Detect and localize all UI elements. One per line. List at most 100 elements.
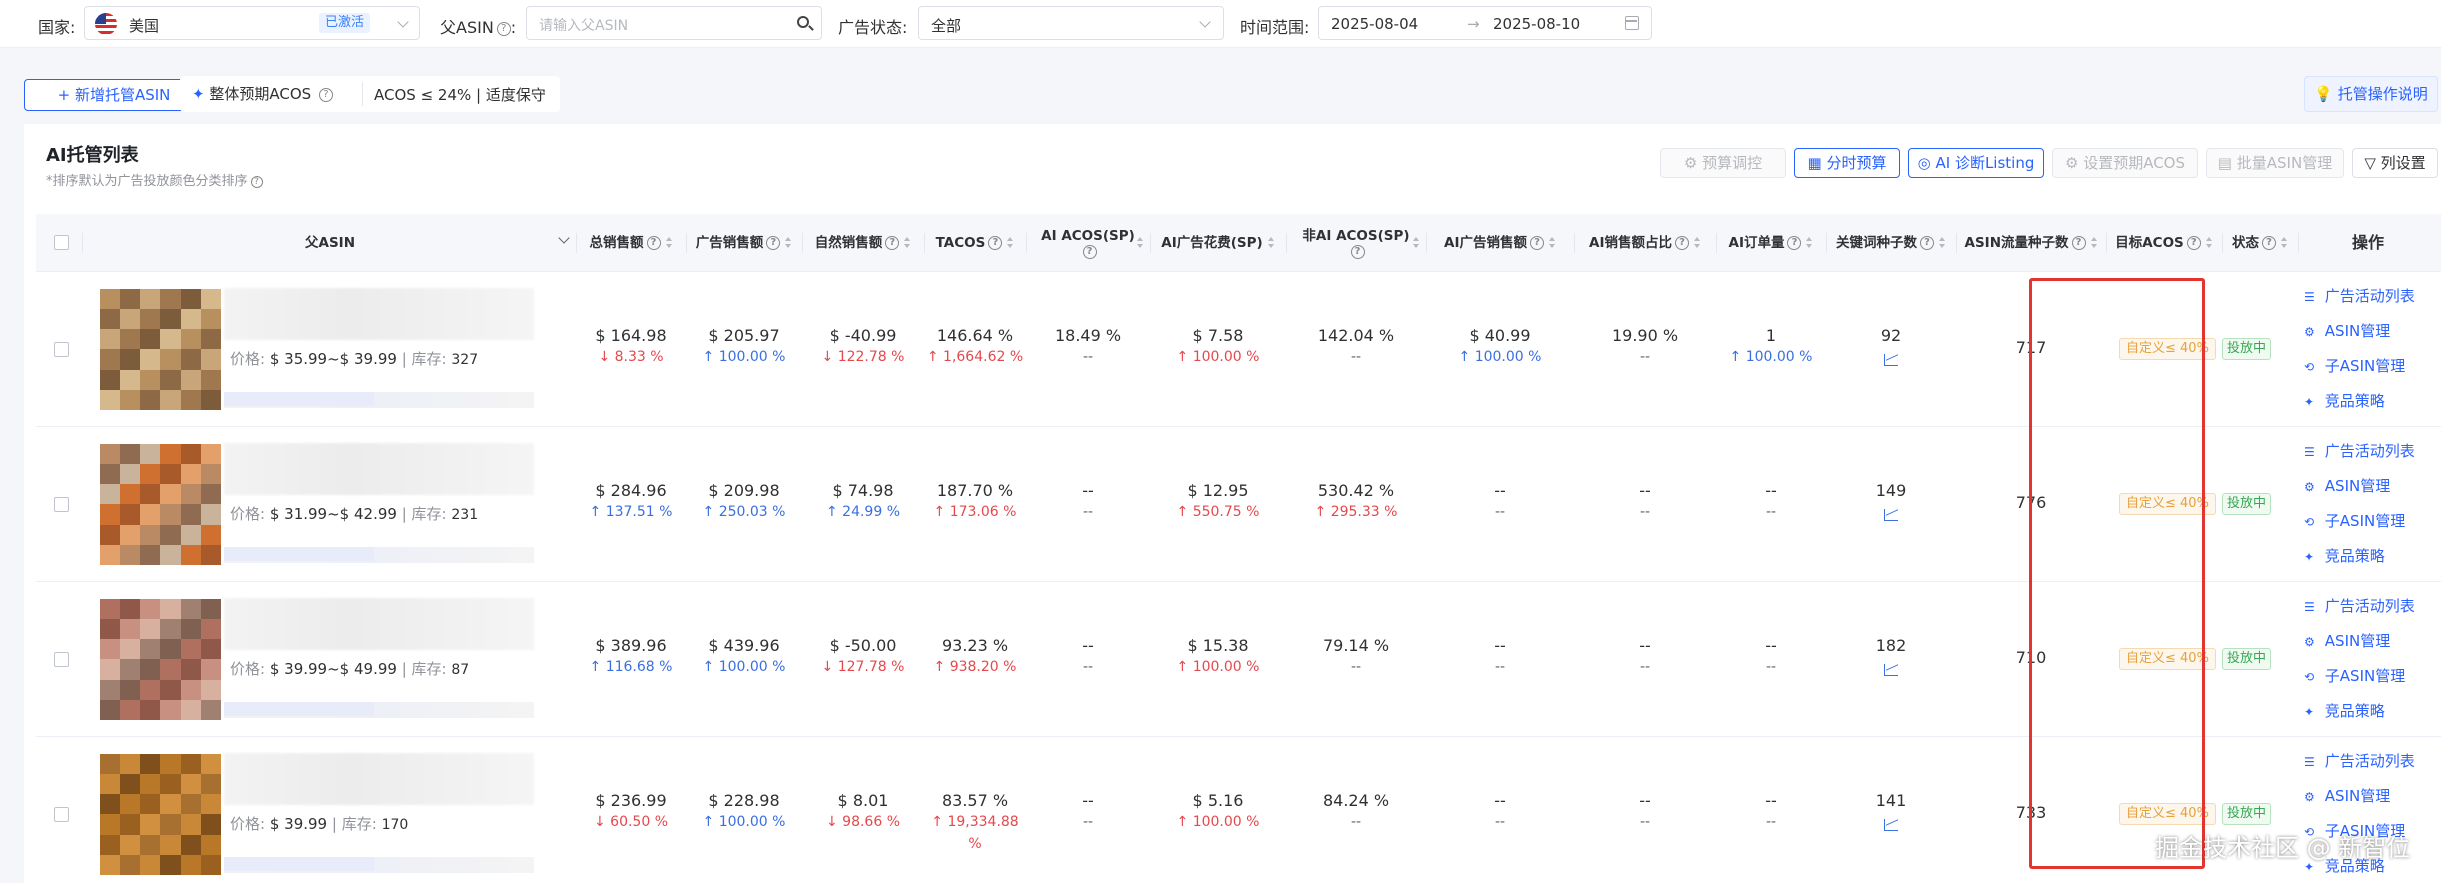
budget-adjust-button[interactable]: ⚙ 预算调控: [1660, 148, 1786, 178]
ai-listing-button[interactable]: ◎ AI 诊断Listing: [1908, 148, 2044, 178]
sort-icon[interactable]: [1137, 237, 1144, 249]
watermark: 掘金技术社区 @ 新智位: [2155, 834, 2411, 862]
asin-manage-link[interactable]: ⚙ ASIN管理: [2304, 631, 2441, 666]
col-total-sales[interactable]: 总销售额?: [576, 214, 686, 272]
product-thumbnail[interactable]: [100, 289, 221, 410]
help-icon[interactable]: ?: [496, 21, 511, 36]
sort-icon[interactable]: [1693, 237, 1701, 249]
col-target-acos[interactable]: 目标ACOS?: [2106, 214, 2222, 272]
sort-icon[interactable]: [1267, 237, 1275, 249]
asin-link-blurred[interactable]: [224, 702, 374, 716]
cell-ai-share: -- --: [1639, 481, 1651, 520]
list-icon: ☰: [2304, 755, 2315, 769]
help-icon[interactable]: ?: [2262, 236, 2276, 250]
sort-icon[interactable]: [2090, 237, 2098, 249]
row-checkbox[interactable]: [54, 342, 69, 357]
help-icon[interactable]: ?: [885, 236, 900, 250]
set-acos-button[interactable]: ⚙ 设置预期ACOS: [2052, 148, 2198, 178]
trend-chart-icon[interactable]: [1884, 509, 1898, 521]
col-ai-ad-spend-sp[interactable]: AI广告花费(SP): [1150, 214, 1286, 272]
list-icon: ☰: [2304, 600, 2315, 614]
col-ai-orders[interactable]: AI订单量?: [1716, 214, 1826, 272]
row-checkbox[interactable]: [54, 807, 69, 822]
trend-chart-icon[interactable]: [1884, 354, 1898, 366]
sort-icon[interactable]: [2281, 237, 2288, 249]
help-icon[interactable]: ?: [2071, 236, 2086, 250]
trend-chart-icon[interactable]: [1884, 819, 1898, 831]
sort-icon[interactable]: [1939, 237, 1946, 249]
asin-link-blurred[interactable]: [224, 392, 374, 406]
sort-icon[interactable]: [1007, 237, 1014, 249]
col-ai-acos-sp[interactable]: AI ACOS(SP)?: [1026, 214, 1150, 272]
help-icon[interactable]: ?: [1787, 236, 1802, 250]
competitor-strategy-link[interactable]: ✦ 竞品策略: [2304, 701, 2441, 736]
product-thumbnail[interactable]: [100, 444, 221, 565]
campaign-list-link[interactable]: ☰ 广告活动列表: [2304, 596, 2441, 631]
help-icon[interactable]: ?: [988, 236, 1003, 250]
col-parent-asin[interactable]: 父ASIN: [86, 214, 574, 272]
overall-acos-pill[interactable]: ✦ 整体预期ACOS ? ACOS ≤ 24% | 适度保守: [180, 76, 560, 112]
help-icon[interactable]: ?: [766, 236, 781, 250]
col-asin-traffic-seeds[interactable]: ASIN流量种子数?: [1956, 214, 2106, 272]
help-icon[interactable]: ?: [646, 236, 661, 250]
sort-icon[interactable]: [785, 237, 792, 249]
help-icon[interactable]: ?: [1082, 245, 1097, 259]
sort-icon[interactable]: [2205, 237, 2213, 249]
product-thumbnail[interactable]: [100, 599, 221, 720]
help-icon[interactable]: ?: [318, 87, 333, 102]
date-start[interactable]: 2025-08-04: [1331, 15, 1418, 33]
search-icon[interactable]: [797, 16, 809, 28]
asin-manage-link[interactable]: ⚙ ASIN管理: [2304, 476, 2441, 511]
batch-asin-button[interactable]: ▤ 批量ASIN管理: [2206, 148, 2344, 178]
help-icon[interactable]: ?: [250, 175, 263, 188]
child-asin-manage-link[interactable]: ⟲ 子ASIN管理: [2304, 356, 2441, 391]
help-icon[interactable]: ?: [1529, 236, 1544, 250]
managed-ops-help-button[interactable]: 💡 托管操作说明: [2304, 76, 2438, 112]
help-icon[interactable]: ?: [1920, 236, 1934, 250]
parent-asin-input[interactable]: 请输入父ASIN: [526, 6, 822, 40]
col-keyword-seeds[interactable]: 关键词种子数?: [1826, 214, 1956, 272]
list-subtitle: *排序默认为广告投放颜色分类排序?: [46, 170, 263, 189]
sort-icon[interactable]: [904, 237, 911, 249]
asin-manage-link[interactable]: ⚙ ASIN管理: [2304, 786, 2441, 821]
help-icon[interactable]: ?: [2186, 236, 2201, 250]
col-ai-ad-sales[interactable]: AI广告销售额?: [1426, 214, 1574, 272]
col-tacos[interactable]: TACOS?: [924, 214, 1026, 272]
sort-icon[interactable]: [1548, 237, 1556, 249]
ad-status-select[interactable]: 全部: [918, 6, 1224, 40]
child-asin-manage-link[interactable]: ⟲ 子ASIN管理: [2304, 666, 2441, 701]
date-end[interactable]: 2025-08-10: [1493, 15, 1580, 33]
col-status[interactable]: 状态?: [2222, 214, 2298, 272]
select-all-checkbox[interactable]: [54, 235, 69, 250]
row-checkbox[interactable]: [54, 497, 69, 512]
row-checkbox[interactable]: [54, 652, 69, 667]
competitor-strategy-link[interactable]: ✦ 竞品策略: [2304, 546, 2441, 581]
product-thumbnail[interactable]: [100, 754, 221, 875]
row-actions: ☰ 广告活动列表 ⚙ ASIN管理 ⟲ 子ASIN管理 ✦ 竞品策略: [2304, 751, 2441, 883]
trend-chart-icon[interactable]: [1884, 664, 1898, 676]
col-ai-sales-share[interactable]: AI销售额占比?: [1574, 214, 1716, 272]
asin-link-blurred[interactable]: [224, 857, 374, 871]
campaign-list-link[interactable]: ☰ 广告活动列表: [2304, 286, 2441, 321]
col-organic-sales[interactable]: 自然销售额?: [802, 214, 924, 272]
help-icon[interactable]: ?: [1350, 245, 1365, 259]
col-ad-sales[interactable]: 广告销售额?: [686, 214, 802, 272]
date-range-picker[interactable]: 2025-08-04 → 2025-08-10: [1318, 6, 1652, 40]
asin-link-blurred[interactable]: [224, 547, 374, 561]
asin-manage-link[interactable]: ⚙ ASIN管理: [2304, 321, 2441, 356]
column-settings-button[interactable]: ▽ 列设置: [2352, 148, 2438, 178]
sort-icon[interactable]: [1806, 237, 1813, 249]
child-asin-manage-link[interactable]: ⟲ 子ASIN管理: [2304, 511, 2441, 546]
sort-icon[interactable]: [1413, 237, 1420, 249]
campaign-list-link[interactable]: ☰ 广告活动列表: [2304, 441, 2441, 476]
product-price: 价格: $ 31.99~$ 42.99 | 库存: 231: [230, 505, 479, 523]
add-managed-asin-button[interactable]: + 新增托管ASIN: [24, 79, 204, 111]
country-select[interactable]: 美国 已激活: [84, 6, 420, 40]
competitor-strategy-link[interactable]: ✦ 竞品策略: [2304, 391, 2441, 426]
cell-ai-share: -- --: [1639, 791, 1651, 830]
col-non-ai-acos-sp[interactable]: 非AI ACOS(SP)?: [1286, 214, 1426, 272]
sort-icon[interactable]: [665, 237, 673, 249]
campaign-list-link[interactable]: ☰ 广告活动列表: [2304, 751, 2441, 786]
time-budget-button[interactable]: ▦ 分时预算: [1794, 148, 1900, 178]
help-icon[interactable]: ?: [1674, 236, 1689, 250]
